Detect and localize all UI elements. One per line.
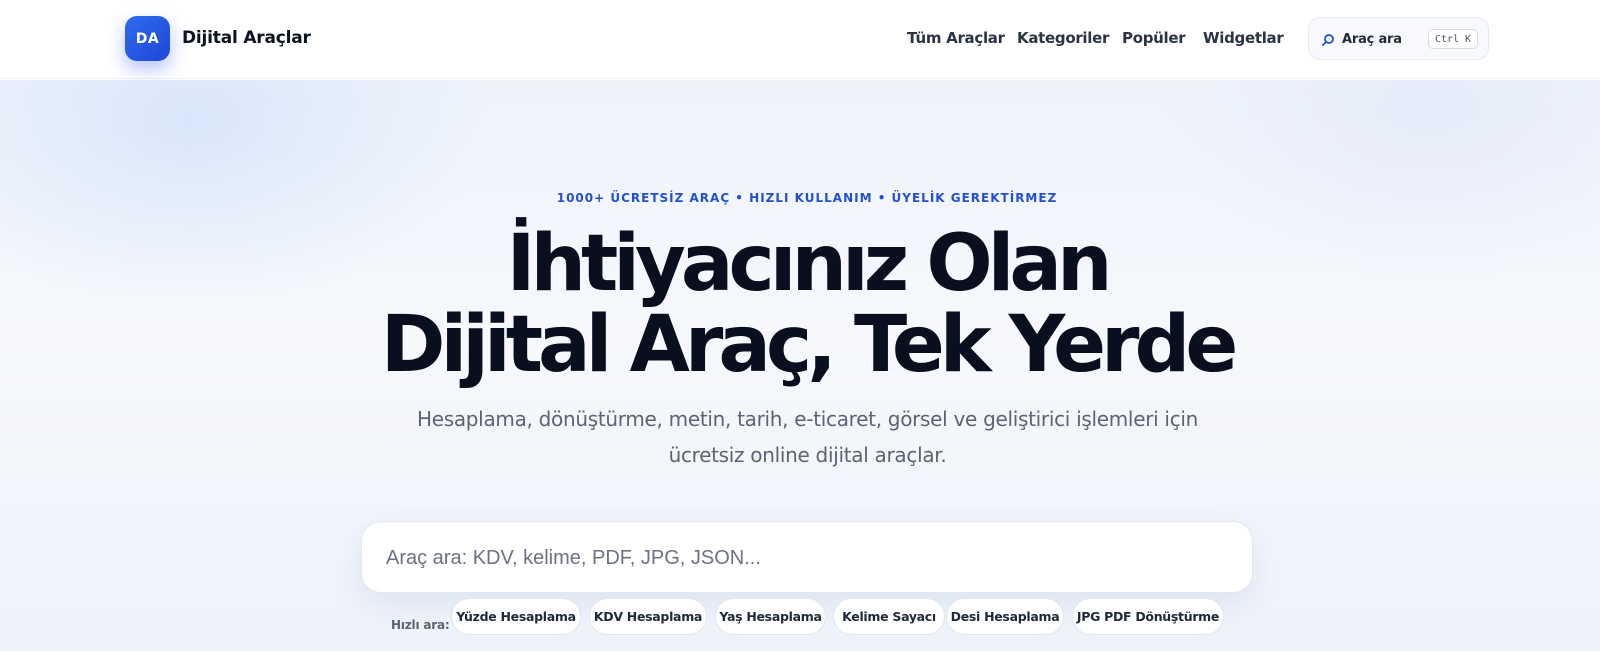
- nav-link-categories[interactable]: Kategoriler: [1017, 29, 1109, 47]
- quick-chip-percentage[interactable]: Yüzde Hesaplama: [451, 598, 581, 635]
- keyboard-shortcut-badge: Ctrl K: [1428, 29, 1478, 49]
- nav-link-popular[interactable]: Popüler: [1122, 29, 1186, 47]
- nav-link-all-tools[interactable]: Tüm Araçlar: [907, 29, 1005, 47]
- hero-search-input[interactable]: [386, 540, 1226, 576]
- quick-chip-word-counter[interactable]: Kelime Sayacı: [833, 598, 945, 635]
- header-search-button[interactable]: Araç ara Ctrl K: [1308, 17, 1489, 60]
- quick-chip-desi[interactable]: Desi Hesaplama: [946, 598, 1064, 635]
- hero-section: 1000+ ÜCRETSİZ ARAÇ • HIZLI KULLANIM • Ü…: [0, 80, 1600, 651]
- hero-headline-line1: İhtiyacınız Olan: [506, 219, 1112, 309]
- quick-search-label: Hızlı ara:: [391, 618, 450, 632]
- quick-chip-age[interactable]: Yaş Hesaplama: [715, 598, 826, 635]
- site-header: DA Dijital Araçlar Tüm Araçlar Kategoril…: [0, 0, 1600, 79]
- quick-chip-vat[interactable]: KDV Hesaplama: [589, 598, 707, 635]
- hero-eyebrow: 1000+ ÜCRETSİZ ARAÇ • HIZLI KULLANIM • Ü…: [556, 191, 1058, 205]
- hero-headline-line2: Dijital Araç, Tek Yerde: [380, 300, 1238, 390]
- header-search-label: Araç ara: [1342, 32, 1402, 47]
- brand-name[interactable]: Dijital Araçlar: [182, 28, 311, 48]
- hero-search-box: [361, 521, 1253, 593]
- nav-link-widgets[interactable]: Widgetlar: [1203, 29, 1284, 47]
- quick-chip-jpg-pdf[interactable]: JPG PDF Dönüştürme: [1072, 598, 1224, 635]
- logo-badge[interactable]: DA: [125, 16, 170, 61]
- hero-subtitle: Hesaplama, dönüştürme, metin, tarih, e-t…: [416, 407, 1199, 467]
- search-icon: [1322, 34, 1334, 46]
